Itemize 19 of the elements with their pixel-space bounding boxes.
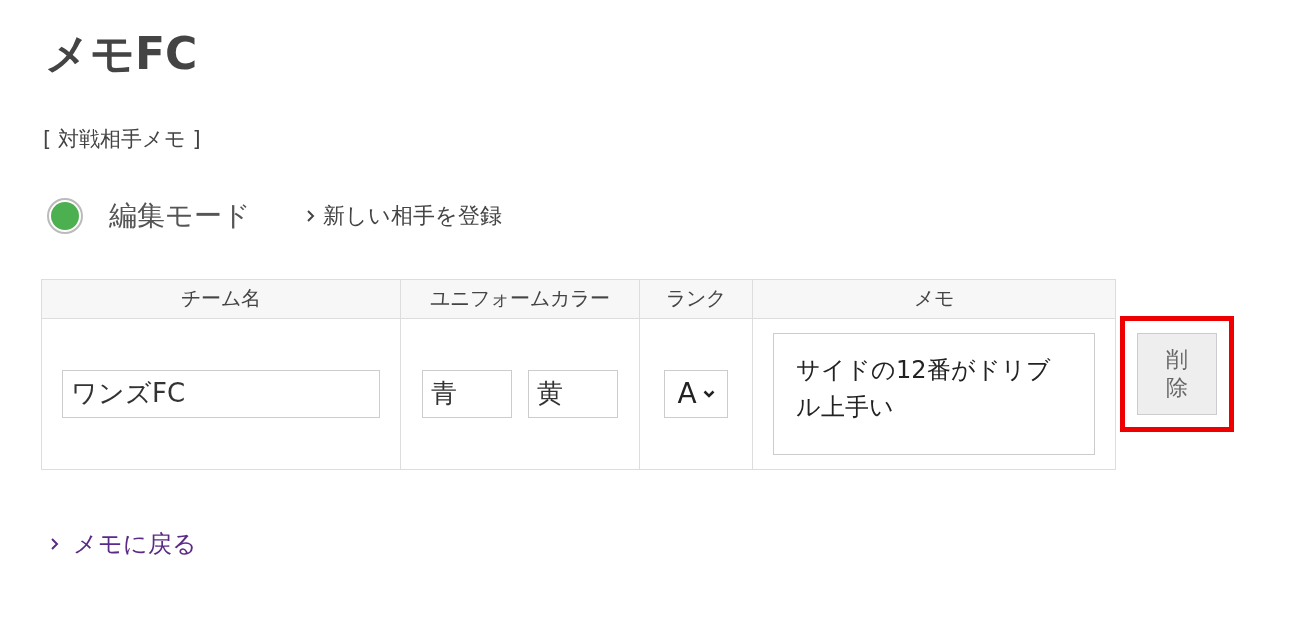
chevron-down-icon: [702, 389, 715, 398]
column-header: ユニフォームカラー: [400, 279, 640, 319]
color-field[interactable]: 青: [422, 369, 512, 418]
back-link[interactable]: メモに戻る: [51, 527, 197, 560]
chevron-right-icon: [51, 537, 59, 550]
chevron-right-icon: [307, 209, 315, 222]
section-label: [ 対戦相手メモ ]: [43, 125, 201, 153]
column-header: メモ: [752, 279, 1116, 319]
rank-select[interactable]: A: [664, 369, 728, 418]
team-name-field[interactable]: ワンズFC: [62, 369, 380, 418]
color-field[interactable]: 黄: [528, 369, 618, 418]
edit-mode-toggle[interactable]: [47, 197, 83, 234]
memo-field[interactable]: サイドの12番がドリブル上手い: [773, 332, 1095, 455]
edit-mode-label: 編集モード: [109, 197, 251, 234]
delete-button[interactable]: 削除: [1137, 333, 1217, 416]
register-link[interactable]: 新しい相手を登録: [307, 200, 502, 231]
column-header: ランク: [639, 279, 753, 319]
column-header: チーム名: [41, 279, 401, 319]
page-title: メモFC: [45, 28, 198, 81]
